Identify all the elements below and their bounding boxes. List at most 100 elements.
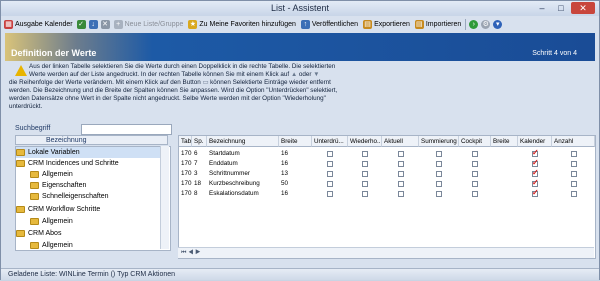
- option-checkbox[interactable]: [327, 181, 333, 187]
- nav-prev-icon[interactable]: ◀: [188, 250, 193, 256]
- grid-cell[interactable]: 7: [192, 159, 207, 169]
- column-header-anzahl[interactable]: Anzahl: [552, 136, 595, 147]
- maximize-icon[interactable]: □: [552, 2, 570, 14]
- option-checkbox[interactable]: [397, 151, 404, 157]
- option-checkbox[interactable]: [436, 161, 442, 167]
- kalender-checkbox[interactable]: [532, 148, 539, 157]
- tree-item[interactable]: Eigenschaften: [30, 180, 86, 191]
- neue-liste-button[interactable]: + Neue Liste/Gruppe: [113, 18, 185, 30]
- grid-cell[interactable]: 16: [279, 159, 312, 169]
- nav-next-icon[interactable]: ▶: [195, 250, 200, 256]
- column-header-kalender[interactable]: Kalender: [518, 136, 552, 147]
- grid-cell[interactable]: 170: [179, 169, 192, 179]
- grid-cell[interactable]: Eskalationsdatum: [207, 189, 279, 199]
- grid-cell[interactable]: 170: [179, 149, 192, 159]
- veroeffentlichen-button[interactable]: ↑ Veröffentlichen: [300, 18, 359, 30]
- grid-cell[interactable]: 16: [279, 189, 312, 199]
- ausgabe-kalender-button[interactable]: ▦ Ausgabe Kalender: [3, 18, 74, 30]
- search-input[interactable]: [81, 124, 172, 135]
- option-checkbox[interactable]: [472, 171, 478, 177]
- delete-icon[interactable]: ✕: [100, 19, 110, 29]
- option-checkbox[interactable]: [570, 181, 577, 187]
- option-checkbox[interactable]: [570, 151, 577, 157]
- tree-item[interactable]: CRM Incidences und Schritte: [16, 158, 119, 169]
- option-checkbox[interactable]: [327, 191, 333, 197]
- column-header-aktuell[interactable]: Aktuell: [382, 136, 419, 147]
- grid-cell[interactable]: 8: [192, 189, 207, 199]
- option-checkbox[interactable]: [436, 171, 442, 177]
- kalender-checkbox[interactable]: [532, 178, 539, 187]
- option-checkbox[interactable]: [397, 191, 404, 197]
- option-checkbox[interactable]: [436, 191, 442, 197]
- tree-item[interactable]: Lokale Variablen: [16, 147, 161, 158]
- grid-cell[interactable]: 170: [179, 159, 192, 169]
- kalender-checkbox[interactable]: [532, 158, 539, 167]
- minimize-icon[interactable]: –: [533, 2, 551, 14]
- nav-first-icon[interactable]: ⏮: [181, 250, 186, 256]
- grid-cell[interactable]: 170: [179, 179, 192, 189]
- grid-cell[interactable]: 6: [192, 149, 207, 159]
- column-header-tab[interactable]: Tab.: [179, 136, 192, 147]
- option-checkbox[interactable]: [472, 181, 478, 187]
- option-checkbox[interactable]: [472, 161, 478, 167]
- option-checkbox[interactable]: [397, 181, 404, 187]
- tree-column-header[interactable]: Bezeichnung: [15, 135, 168, 145]
- option-checkbox[interactable]: [436, 151, 442, 157]
- save-icon[interactable]: ✓: [76, 19, 86, 29]
- kalender-checkbox[interactable]: [532, 188, 539, 197]
- tree-item[interactable]: Allgemein: [30, 216, 73, 227]
- forward-icon[interactable]: ›: [469, 19, 479, 29]
- option-checkbox[interactable]: [570, 171, 577, 177]
- option-checkbox[interactable]: [570, 191, 577, 197]
- grid-cell[interactable]: 50: [279, 179, 312, 189]
- grid-cell[interactable]: Enddatum: [207, 159, 279, 169]
- grid-cell[interactable]: 170: [179, 189, 192, 199]
- option-checkbox[interactable]: [436, 181, 442, 187]
- grid-cell[interactable]: 18: [192, 179, 207, 189]
- settings-icon[interactable]: ⚙: [481, 19, 491, 29]
- column-header-bezeichnung[interactable]: Bezeichnung: [207, 136, 279, 147]
- close-icon[interactable]: ✕: [571, 2, 595, 14]
- option-checkbox[interactable]: [472, 191, 478, 197]
- option-checkbox[interactable]: [362, 191, 368, 197]
- grid-cell[interactable]: Schrittnummer: [207, 169, 279, 179]
- option-checkbox[interactable]: [327, 151, 333, 157]
- tree-item[interactable]: Allgemein: [30, 240, 73, 250]
- option-checkbox[interactable]: [472, 151, 478, 157]
- tree-item[interactable]: Allgemein: [30, 169, 73, 180]
- tree-item[interactable]: CRM Workflow Schritte: [16, 204, 100, 215]
- column-header-unterdruecken[interactable]: Unterdrü...: [312, 136, 348, 147]
- search-label: Suchbegriff: [15, 125, 51, 132]
- grid-cell[interactable]: Startdatum: [207, 149, 279, 159]
- column-header-sp[interactable]: Sp.: [192, 136, 207, 147]
- importieren-button[interactable]: ▤ Importieren: [414, 18, 462, 30]
- grid-cell[interactable]: Kurzbeschreibung: [207, 179, 279, 189]
- column-header-wiederholung[interactable]: Wiederho...: [348, 136, 382, 147]
- grid-cell[interactable]: 16: [279, 149, 312, 159]
- favoriten-button[interactable]: ★ Zu Meine Favoriten hinzufügen: [187, 18, 297, 30]
- grid-cell[interactable]: 3: [192, 169, 207, 179]
- help-icon[interactable]: ▾: [493, 19, 503, 29]
- option-checkbox[interactable]: [570, 161, 577, 167]
- option-checkbox[interactable]: [397, 161, 404, 167]
- selected-values-grid: Tab. Sp. Bezeichnung Breite Unterdrü... …: [178, 135, 596, 259]
- option-checkbox[interactable]: [362, 181, 368, 187]
- kalender-checkbox[interactable]: [532, 168, 539, 177]
- option-checkbox[interactable]: [397, 171, 404, 177]
- option-checkbox[interactable]: [327, 171, 333, 177]
- column-header-cockpit[interactable]: Cockpit: [459, 136, 491, 147]
- folder-icon: [16, 160, 25, 167]
- option-checkbox[interactable]: [327, 161, 333, 167]
- grid-cell[interactable]: 13: [279, 169, 312, 179]
- option-checkbox[interactable]: [362, 171, 368, 177]
- column-header-summierung[interactable]: Summierung: [419, 136, 459, 147]
- download-icon[interactable]: ↓: [88, 19, 98, 29]
- tree-scrollbar[interactable]: [160, 146, 169, 249]
- option-checkbox[interactable]: [362, 161, 368, 167]
- tree-item[interactable]: Schnelleigenschaften: [30, 191, 109, 202]
- exportieren-button[interactable]: ▤ Exportieren: [362, 18, 411, 30]
- option-checkbox[interactable]: [362, 151, 368, 157]
- tree-item[interactable]: CRM Abos: [16, 228, 61, 239]
- column-header-breite[interactable]: Breite: [279, 136, 312, 147]
- column-header-breite-2[interactable]: Breite: [491, 136, 518, 147]
